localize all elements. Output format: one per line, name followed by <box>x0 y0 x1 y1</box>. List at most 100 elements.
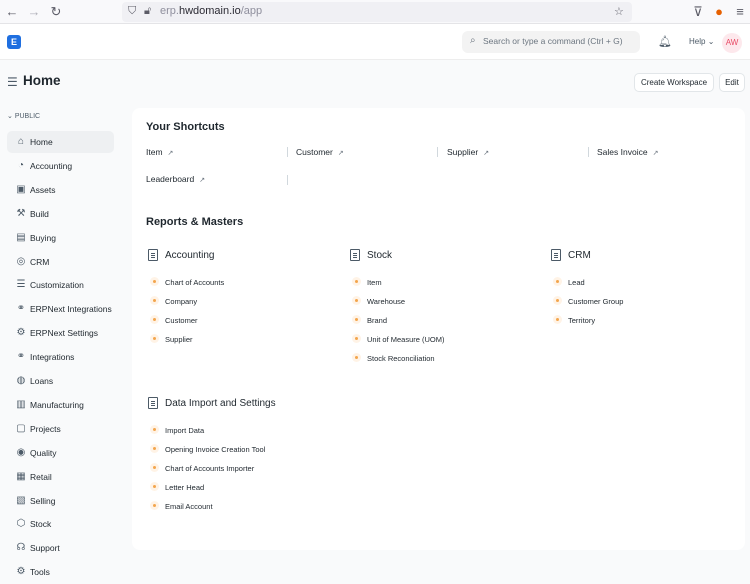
accounting-icon: ◔ <box>17 159 25 171</box>
report-link[interactable]: Opening Invoice Creation Tool <box>165 445 265 454</box>
sidebar-section-label[interactable]: ⌄ PUBLIC <box>7 112 40 120</box>
sidebar-item-stock[interactable]: ⬡ Stock <box>7 513 114 535</box>
report-link[interactable]: Unit of Measure (UOM) <box>367 335 445 344</box>
sidebar-item-label: Retail <box>30 471 52 482</box>
forward-arrow-icon[interactable]: → <box>26 4 42 20</box>
selling-icon: ▧ <box>16 494 26 506</box>
sidebar-toggle-icon[interactable]: ☰ <box>7 75 18 89</box>
shortcut-sales-invoice[interactable]: Sales Invoice ↗ <box>597 147 658 157</box>
sidebar-item-buying[interactable]: ▤ Buying <box>7 227 114 249</box>
avatar[interactable]: AW <box>722 33 742 53</box>
edit-button[interactable]: Edit <box>719 73 745 92</box>
sidebar-item-label: Integrations <box>30 352 75 363</box>
sidebar-item-assets[interactable]: ▣ Assets <box>7 179 114 201</box>
integrations-icon: ⚭ <box>16 303 26 315</box>
report-link[interactable]: Chart of Accounts <box>165 278 224 287</box>
assets-icon: ▣ <box>16 183 26 195</box>
report-link[interactable]: Chart of Accounts Importer <box>165 464 254 473</box>
sidebar-item-manufacturing[interactable]: ▥ Manufacturing <box>7 394 114 416</box>
bullet-icon <box>150 444 159 453</box>
address-bar[interactable]: ⛉ 🔓︎ erp.hwdomain.io/app ☆ <box>122 2 632 22</box>
report-link[interactable]: Customer Group <box>568 297 623 306</box>
tools-icon: ⚙ <box>16 566 26 578</box>
report-link[interactable]: Stock Reconciliation <box>367 354 435 363</box>
report-link[interactable]: Territory <box>568 316 595 325</box>
bullet-icon <box>150 277 159 286</box>
sidebar-item-label: ERPNext Settings <box>30 328 99 339</box>
reload-icon[interactable]: ↻ <box>48 4 64 20</box>
sidebar-item-customization[interactable]: ☰ Customization <box>7 274 114 296</box>
shortcut-customer[interactable]: Customer ↗ <box>296 147 344 157</box>
sidebar-item-label: Home <box>30 137 53 147</box>
sidebar-item-support[interactable]: ☊ Support <box>7 537 114 559</box>
workspace-card: Your Shortcuts Item ↗ Customer ↗ Supplier ↗… <box>132 108 745 550</box>
document-icon <box>350 249 360 261</box>
retail-icon: ▦ <box>16 470 26 482</box>
divider <box>437 147 438 157</box>
firefox-account-icon[interactable]: ● <box>711 4 727 20</box>
support-icon: ☊ <box>16 542 26 554</box>
chevron-down-icon: ⌄ <box>707 37 715 46</box>
document-icon <box>148 397 158 409</box>
report-link[interactable]: Company <box>165 297 197 306</box>
bullet-icon <box>150 425 159 434</box>
report-link[interactable]: Item <box>367 278 382 287</box>
projects-icon: ▢ <box>16 422 26 434</box>
report-link[interactable]: Brand <box>367 316 387 325</box>
help-dropdown[interactable]: Help ⌄ <box>689 37 714 46</box>
buying-icon: ▤ <box>16 231 26 243</box>
sidebar-item-label: Stock <box>30 519 52 530</box>
sidebar-item-projects[interactable]: ▢ Projects <box>7 418 114 440</box>
browser-toolbar: ← → ↻ ⛉ 🔓︎ erp.hwdomain.io/app ☆ ⊽ ● ≡ <box>0 0 750 24</box>
search-icon: ⌕ <box>470 35 476 46</box>
sidebar-item-erpnext-settings[interactable]: ⚙ ERPNext Settings <box>7 322 114 344</box>
sidebar-item-label: Build <box>30 208 49 219</box>
sidebar-item-label: Selling <box>30 495 56 506</box>
bullet-icon <box>150 315 159 324</box>
sidebar-item-label: Assets <box>30 184 56 195</box>
bullet-icon <box>150 482 159 491</box>
pocket-icon[interactable]: ⊽ <box>690 4 706 20</box>
report-link[interactable]: Import Data <box>165 426 204 435</box>
sidebar-item-integrations[interactable]: ⚭ Integrations <box>7 346 114 368</box>
sidebar-item-accounting[interactable]: ◔ Accounting <box>7 155 114 177</box>
sidebar-item-erpnext-integrations[interactable]: ⚭ ERPNext Integrations <box>7 298 114 320</box>
settings-icon: ⚙ <box>16 327 26 339</box>
bullet-icon <box>150 463 159 472</box>
sidebar-item-crm[interactable]: ◎ CRM <box>7 251 114 273</box>
report-link[interactable]: Customer <box>165 316 198 325</box>
shortcut-supplier[interactable]: Supplier ↗ <box>447 147 489 157</box>
lock-icon[interactable]: 🔓︎ <box>144 5 151 18</box>
sidebar-item-retail[interactable]: ▦ Retail <box>7 466 114 488</box>
bullet-icon <box>352 296 361 305</box>
shortcuts-title: Your Shortcuts <box>146 121 225 133</box>
back-arrow-icon[interactable]: ← <box>4 4 20 20</box>
quality-icon: ◉ <box>16 446 26 458</box>
bookmark-star-icon[interactable]: ☆ <box>614 5 624 18</box>
shortcut-leaderboard[interactable]: Leaderboard ↗ <box>146 174 205 184</box>
create-workspace-button[interactable]: Create Workspace <box>634 73 714 92</box>
sidebar-item-label: ERPNext Integrations <box>30 304 112 315</box>
bullet-icon <box>150 296 159 305</box>
report-link[interactable]: Supplier <box>165 335 193 344</box>
sidebar-item-label: Manufacturing <box>30 399 84 410</box>
sidebar-item-selling[interactable]: ▧ Selling <box>7 490 114 512</box>
report-link[interactable]: Email Account <box>165 502 213 511</box>
shortcut-item[interactable]: Item ↗ <box>146 147 173 157</box>
sidebar-item-quality[interactable]: ◉ Quality <box>7 442 114 464</box>
report-link[interactable]: Letter Head <box>165 483 204 492</box>
document-icon <box>148 249 158 261</box>
notification-bell-icon[interactable]: 🔔︎ <box>658 35 672 48</box>
shield-icon[interactable]: ⛉ <box>128 5 136 18</box>
report-link[interactable]: Warehouse <box>367 297 405 306</box>
stock-icon: ⬡ <box>16 518 26 530</box>
sidebar-item-tools[interactable]: ⚙ Tools <box>7 561 114 583</box>
report-link[interactable]: Lead <box>568 278 585 287</box>
sidebar-item-loans[interactable]: ◍ Loans <box>7 370 114 392</box>
sidebar-item-home[interactable]: ⌂ Home <box>7 131 114 153</box>
menu-icon[interactable]: ≡ <box>732 4 748 20</box>
group-title: Accounting <box>165 250 215 261</box>
search-bar[interactable]: ⌕ Search or type a command (Ctrl + G) <box>462 31 640 53</box>
app-logo[interactable]: E <box>7 35 21 49</box>
sidebar-item-build[interactable]: ⚒ Build <box>7 203 114 225</box>
